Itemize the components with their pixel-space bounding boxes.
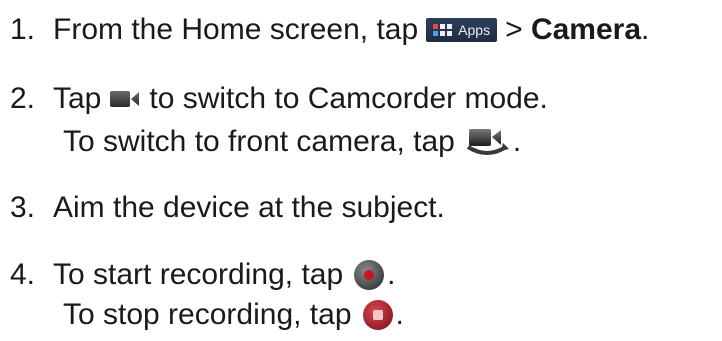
step-number: 1.: [10, 13, 36, 46]
step-end: .: [512, 125, 522, 158]
step-text: Tap: [53, 82, 102, 115]
step-text: To switch to front camera, tap: [63, 125, 455, 158]
step-end: .: [641, 13, 650, 46]
step-end: .: [395, 298, 404, 331]
step-2: 2. Tap to switch to Camcorder mode.: [0, 79, 548, 119]
step-number: 4.: [10, 258, 36, 291]
step-text: To start recording, tap: [53, 258, 344, 291]
record-button-icon[interactable]: [353, 259, 385, 291]
camera-target: Camera: [530, 13, 642, 46]
step-text: To stop recording, tap: [63, 298, 352, 331]
step-4-sub: To stop recording, tap .: [63, 295, 404, 335]
switch-camera-icon[interactable]: [465, 125, 509, 159]
step-number: 3.: [10, 191, 36, 224]
step-text-after: >: [505, 13, 531, 46]
step-4: 4. To start recording, tap .: [0, 255, 396, 295]
apps-label: Apps: [458, 22, 491, 38]
step-end: .: [387, 258, 396, 291]
apps-grid-icon: [433, 24, 453, 36]
apps-button[interactable]: Apps: [426, 18, 498, 42]
step-3: 3. Aim the device at the subject.: [0, 188, 445, 228]
step-text: From the Home screen, tap: [53, 13, 419, 46]
step-text: Aim the device at the subject.: [53, 191, 445, 224]
step-2-sub: To switch to front camera, tap .: [63, 122, 521, 162]
step-text-after: to switch to Camcorder mode.: [149, 82, 548, 115]
camcorder-icon[interactable]: [109, 89, 141, 109]
step-1: 1. From the Home screen, tap Apps > Came…: [0, 10, 649, 50]
stop-button-icon[interactable]: [362, 299, 394, 331]
step-number: 2.: [10, 82, 36, 115]
